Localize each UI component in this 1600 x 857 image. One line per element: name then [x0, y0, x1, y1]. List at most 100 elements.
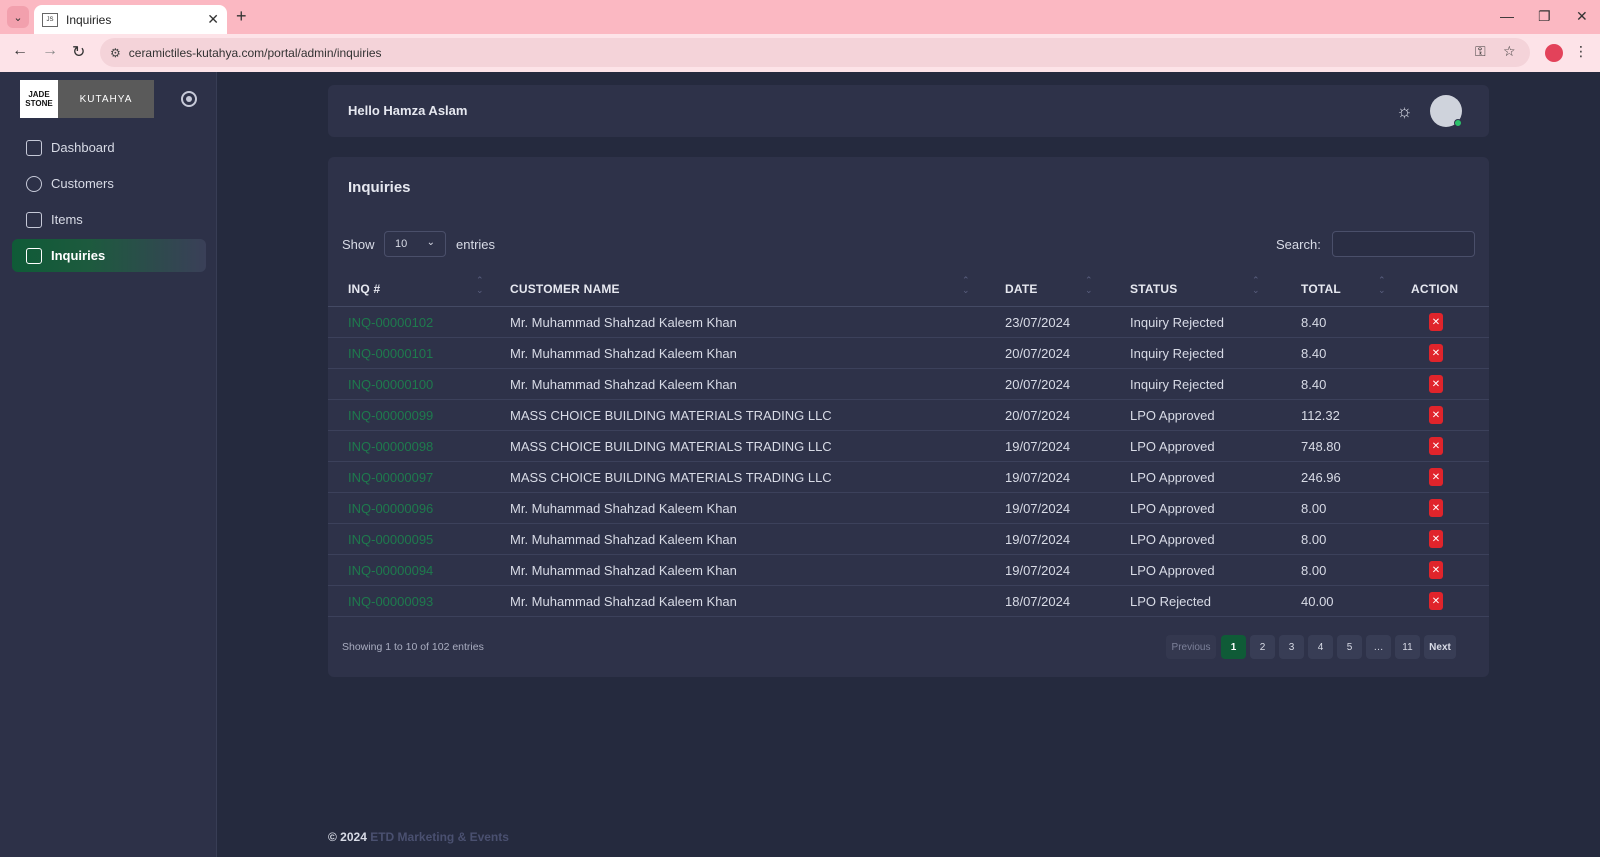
show-label: Show [342, 237, 375, 252]
pagination-page[interactable]: 1 [1221, 635, 1246, 659]
entries-select[interactable]: 10 ⌄ [384, 231, 446, 257]
inq-link[interactable]: INQ-00000096 [348, 501, 433, 516]
pagination-previous[interactable]: Previous [1166, 635, 1216, 659]
tab-title: Inquiries [66, 12, 112, 27]
column-header-action: ACTION [1411, 282, 1459, 296]
total: 246.96 [1301, 470, 1341, 485]
window-close-icon[interactable]: ✕ [1576, 8, 1588, 25]
sidebar-toggle-icon[interactable] [181, 91, 197, 107]
status: LPO Approved [1130, 408, 1215, 423]
delete-button[interactable]: ✕ [1429, 561, 1443, 579]
status: LPO Approved [1130, 501, 1215, 516]
tab-search-button[interactable]: ⌄ [7, 6, 29, 28]
delete-button[interactable]: ✕ [1429, 530, 1443, 548]
sidebar-item-items[interactable]: Items [12, 203, 206, 236]
profile-avatar-icon[interactable] [1545, 44, 1563, 62]
customer-name: MASS CHOICE BUILDING MATERIALS TRADING L… [510, 470, 832, 485]
customer-name: Mr. Muhammad Shahzad Kaleem Khan [510, 501, 737, 516]
pagination-page[interactable]: 2 [1250, 635, 1275, 659]
browser-tab[interactable]: JS Inquiries ✕ [34, 5, 227, 34]
password-key-icon[interactable]: ⚿ [1475, 43, 1486, 60]
inq-link[interactable]: INQ-00000095 [348, 532, 433, 547]
theme-toggle-icon[interactable]: ☼ [1396, 101, 1413, 122]
tab-close-icon[interactable]: ✕ [207, 11, 219, 28]
pagination-page[interactable]: 5 [1337, 635, 1362, 659]
column-header-date[interactable]: DATE [1005, 282, 1038, 296]
new-tab-button[interactable]: + [236, 6, 247, 27]
table-row: INQ-00000102 Mr. Muhammad Shahzad Kaleem… [328, 307, 1489, 338]
forward-icon[interactable]: → [42, 42, 58, 60]
sidebar: JADE STONE KUTAHYA Dashboard Customers I… [0, 72, 217, 857]
total: 8.00 [1301, 532, 1327, 547]
site-info-icon[interactable]: ⚙ [110, 46, 121, 60]
total: 8.40 [1301, 315, 1327, 330]
search-input[interactable] [1332, 231, 1475, 257]
date: 20/07/2024 [1005, 377, 1071, 392]
inq-link[interactable]: INQ-00000093 [348, 594, 433, 609]
customer-name: Mr. Muhammad Shahzad Kaleem Khan [510, 377, 737, 392]
date: 19/07/2024 [1005, 470, 1071, 485]
total: 748.80 [1301, 439, 1341, 454]
sidebar-item-customers[interactable]: Customers [12, 167, 206, 200]
minimize-icon[interactable]: — [1500, 8, 1514, 24]
sort-icon[interactable]: ⌃ ⌄ [1085, 275, 1093, 295]
delete-button[interactable]: ✕ [1429, 406, 1443, 424]
sort-icon[interactable]: ⌃ ⌄ [962, 275, 970, 295]
inq-link[interactable]: INQ-00000101 [348, 346, 433, 361]
column-header-status[interactable]: STATUS [1130, 282, 1177, 296]
sort-icon[interactable]: ⌃ ⌄ [476, 275, 484, 295]
customer-name: Mr. Muhammad Shahzad Kaleem Khan [510, 346, 737, 361]
column-header-customer[interactable]: CUSTOMER NAME [510, 282, 620, 296]
column-header-total[interactable]: TOTAL [1301, 282, 1341, 296]
sort-icon[interactable]: ⌃ ⌄ [1252, 275, 1260, 295]
inq-link[interactable]: INQ-00000102 [348, 315, 433, 330]
sort-icon[interactable]: ⌃ ⌄ [1378, 275, 1386, 295]
delete-button[interactable]: ✕ [1429, 344, 1443, 362]
table-row: INQ-00000097 MASS CHOICE BUILDING MATERI… [328, 462, 1489, 493]
total: 8.00 [1301, 563, 1327, 578]
status: LPO Approved [1130, 532, 1215, 547]
restore-icon[interactable]: ❐ [1538, 8, 1551, 25]
status: LPO Approved [1130, 563, 1215, 578]
pagination-page[interactable]: 4 [1308, 635, 1333, 659]
table-row: INQ-00000101 Mr. Muhammad Shahzad Kaleem… [328, 338, 1489, 369]
sidebar-item-dashboard[interactable]: Dashboard [12, 131, 206, 164]
url-bar[interactable]: ⚙ ceramictiles-kutahya.com/portal/admin/… [100, 38, 1530, 67]
inq-link[interactable]: INQ-00000094 [348, 563, 433, 578]
table-row: INQ-00000100 Mr. Muhammad Shahzad Kaleem… [328, 369, 1489, 400]
customer-name: Mr. Muhammad Shahzad Kaleem Khan [510, 315, 737, 330]
bookmark-star-icon[interactable]: ☆ [1503, 43, 1516, 60]
url-text: ceramictiles-kutahya.com/portal/admin/in… [128, 45, 382, 60]
delete-button[interactable]: ✕ [1429, 592, 1443, 610]
inq-link[interactable]: INQ-00000097 [348, 470, 433, 485]
table-row: INQ-00000098 MASS CHOICE BUILDING MATERI… [328, 431, 1489, 462]
delete-button[interactable]: ✕ [1429, 468, 1443, 486]
pagination-page[interactable]: 11 [1395, 635, 1420, 659]
column-header-inq[interactable]: INQ # [348, 282, 380, 296]
customer-name: Mr. Muhammad Shahzad Kaleem Khan [510, 594, 737, 609]
reload-icon[interactable]: ↻ [72, 42, 85, 62]
inq-link[interactable]: INQ-00000100 [348, 377, 433, 392]
total: 8.40 [1301, 377, 1327, 392]
date: 18/07/2024 [1005, 594, 1071, 609]
back-icon[interactable]: ← [12, 42, 28, 60]
table-row: INQ-00000094 Mr. Muhammad Shahzad Kaleem… [328, 555, 1489, 586]
delete-button[interactable]: ✕ [1429, 313, 1443, 331]
home-icon [26, 139, 42, 156]
pagination-ellipsis: … [1366, 635, 1391, 659]
delete-button[interactable]: ✕ [1429, 437, 1443, 455]
sidebar-item-inquiries[interactable]: Inquiries [12, 239, 206, 272]
total: 112.32 [1301, 408, 1340, 423]
pagination-next[interactable]: Next [1424, 635, 1456, 659]
footer-brand-link[interactable]: ETD Marketing & Events [370, 830, 509, 844]
pagination-page[interactable]: 3 [1279, 635, 1304, 659]
delete-button[interactable]: ✕ [1429, 375, 1443, 393]
inq-link[interactable]: INQ-00000099 [348, 408, 433, 423]
inq-link[interactable]: INQ-00000098 [348, 439, 433, 454]
browser-menu-icon[interactable]: ⋮ [1574, 43, 1588, 60]
close-icon: ✕ [1431, 316, 1441, 328]
delete-button[interactable]: ✕ [1429, 499, 1443, 517]
favicon-icon: JS [42, 12, 58, 27]
customer-name: Mr. Muhammad Shahzad Kaleem Khan [510, 532, 737, 547]
page-title: Inquiries [348, 179, 411, 196]
